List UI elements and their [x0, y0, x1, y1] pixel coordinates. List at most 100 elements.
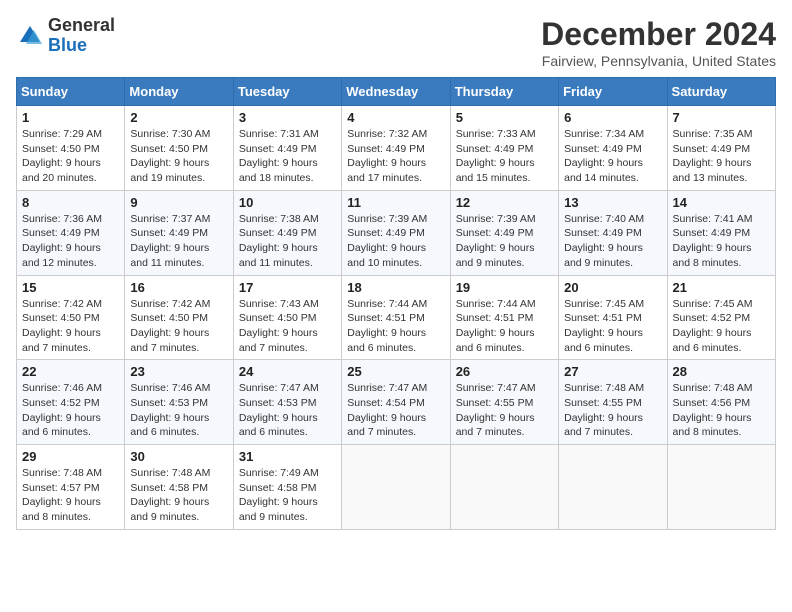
- calendar-cell: 26Sunrise: 7:47 AM Sunset: 4:55 PM Dayli…: [450, 360, 558, 445]
- day-info: Sunrise: 7:36 AM Sunset: 4:49 PM Dayligh…: [22, 212, 119, 271]
- day-number: 6: [564, 110, 661, 125]
- calendar-week-row: 8 Sunrise: 7:36 AM Sunset: 4:49 PM Daylig…: [17, 190, 776, 275]
- calendar-cell: 6 Sunrise: 7:34 AM Sunset: 4:49 PM Daylig…: [559, 106, 667, 191]
- calendar-cell: 29 Sunrise: 7:48 AM Sunset: 4:57 PM Dayli…: [17, 445, 125, 530]
- day-number: 2: [130, 110, 227, 125]
- day-info: Sunrise: 7:48 AM Sunset: 4:55 PM Dayligh…: [564, 381, 661, 440]
- calendar-cell: [559, 445, 667, 530]
- calendar-week-row: 29 Sunrise: 7:48 AM Sunset: 4:57 PM Dayli…: [17, 445, 776, 530]
- calendar-cell: 9 Sunrise: 7:37 AM Sunset: 4:49 PM Daylig…: [125, 190, 233, 275]
- calendar-cell: 4Sunrise: 7:32 AM Sunset: 4:49 PM Daylig…: [342, 106, 450, 191]
- day-info: Sunrise: 7:34 AM Sunset: 4:49 PM Dayligh…: [564, 127, 661, 186]
- calendar-cell: 28 Sunrise: 7:48 AM Sunset: 4:56 PM Dayli…: [667, 360, 775, 445]
- calendar-cell: 27Sunrise: 7:48 AM Sunset: 4:55 PM Dayli…: [559, 360, 667, 445]
- title-block: December 2024 Fairview, Pennsylvania, Un…: [541, 16, 776, 69]
- calendar-cell: 5 Sunrise: 7:33 AM Sunset: 4:49 PM Daylig…: [450, 106, 558, 191]
- day-number: 29: [22, 449, 119, 464]
- day-number: 15: [22, 280, 119, 295]
- calendar-cell: 20 Sunrise: 7:45 AM Sunset: 4:51 PM Dayli…: [559, 275, 667, 360]
- day-number: 31: [239, 449, 336, 464]
- day-number: 13: [564, 195, 661, 210]
- day-number: 21: [673, 280, 770, 295]
- day-info: Sunrise: 7:40 AM Sunset: 4:49 PM Dayligh…: [564, 212, 661, 271]
- location-text: Fairview, Pennsylvania, United States: [541, 53, 776, 69]
- calendar-week-row: 22Sunrise: 7:46 AM Sunset: 4:52 PM Dayli…: [17, 360, 776, 445]
- calendar-cell: [342, 445, 450, 530]
- day-number: 3: [239, 110, 336, 125]
- calendar-cell: 10 Sunrise: 7:38 AM Sunset: 4:49 PM Dayli…: [233, 190, 341, 275]
- day-info: Sunrise: 7:47 AM Sunset: 4:55 PM Dayligh…: [456, 381, 553, 440]
- calendar-header-row: SundayMondayTuesdayWednesdayThursdayFrid…: [17, 78, 776, 106]
- month-title: December 2024: [541, 16, 776, 53]
- day-info: Sunrise: 7:46 AM Sunset: 4:53 PM Dayligh…: [130, 381, 227, 440]
- calendar-cell: 22Sunrise: 7:46 AM Sunset: 4:52 PM Dayli…: [17, 360, 125, 445]
- day-number: 17: [239, 280, 336, 295]
- day-info: Sunrise: 7:37 AM Sunset: 4:49 PM Dayligh…: [130, 212, 227, 271]
- day-number: 22: [22, 364, 119, 379]
- day-number: 1: [22, 110, 119, 125]
- day-info: Sunrise: 7:49 AM Sunset: 4:58 PM Dayligh…: [239, 466, 336, 525]
- calendar-cell: 13 Sunrise: 7:40 AM Sunset: 4:49 PM Dayli…: [559, 190, 667, 275]
- day-info: Sunrise: 7:38 AM Sunset: 4:49 PM Dayligh…: [239, 212, 336, 271]
- logo-blue-text: Blue: [48, 35, 87, 55]
- calendar-cell: 15 Sunrise: 7:42 AM Sunset: 4:50 PM Dayli…: [17, 275, 125, 360]
- calendar-cell: 12Sunrise: 7:39 AM Sunset: 4:49 PM Dayli…: [450, 190, 558, 275]
- day-number: 19: [456, 280, 553, 295]
- calendar-cell: [667, 445, 775, 530]
- day-number: 9: [130, 195, 227, 210]
- page-header: General Blue December 2024 Fairview, Pen…: [16, 16, 776, 69]
- day-number: 20: [564, 280, 661, 295]
- day-info: Sunrise: 7:43 AM Sunset: 4:50 PM Dayligh…: [239, 297, 336, 356]
- day-number: 14: [673, 195, 770, 210]
- day-info: Sunrise: 7:47 AM Sunset: 4:54 PM Dayligh…: [347, 381, 444, 440]
- calendar-cell: 21Sunrise: 7:45 AM Sunset: 4:52 PM Dayli…: [667, 275, 775, 360]
- calendar-cell: 19 Sunrise: 7:44 AM Sunset: 4:51 PM Dayli…: [450, 275, 558, 360]
- day-info: Sunrise: 7:33 AM Sunset: 4:49 PM Dayligh…: [456, 127, 553, 186]
- day-number: 18: [347, 280, 444, 295]
- calendar-cell: 1 Sunrise: 7:29 AM Sunset: 4:50 PM Daylig…: [17, 106, 125, 191]
- day-number: 4: [347, 110, 444, 125]
- calendar-cell: 3 Sunrise: 7:31 AM Sunset: 4:49 PM Daylig…: [233, 106, 341, 191]
- day-info: Sunrise: 7:29 AM Sunset: 4:50 PM Dayligh…: [22, 127, 119, 186]
- day-info: Sunrise: 7:42 AM Sunset: 4:50 PM Dayligh…: [130, 297, 227, 356]
- calendar-cell: 30 Sunrise: 7:48 AM Sunset: 4:58 PM Dayli…: [125, 445, 233, 530]
- calendar-cell: 11 Sunrise: 7:39 AM Sunset: 4:49 PM Dayli…: [342, 190, 450, 275]
- day-info: Sunrise: 7:47 AM Sunset: 4:53 PM Dayligh…: [239, 381, 336, 440]
- day-info: Sunrise: 7:44 AM Sunset: 4:51 PM Dayligh…: [347, 297, 444, 356]
- day-info: Sunrise: 7:30 AM Sunset: 4:50 PM Dayligh…: [130, 127, 227, 186]
- day-header-friday: Friday: [559, 78, 667, 106]
- day-header-monday: Monday: [125, 78, 233, 106]
- day-number: 25: [347, 364, 444, 379]
- calendar-cell: 25 Sunrise: 7:47 AM Sunset: 4:54 PM Dayli…: [342, 360, 450, 445]
- day-number: 5: [456, 110, 553, 125]
- day-info: Sunrise: 7:45 AM Sunset: 4:51 PM Dayligh…: [564, 297, 661, 356]
- day-info: Sunrise: 7:31 AM Sunset: 4:49 PM Dayligh…: [239, 127, 336, 186]
- calendar-cell: 18 Sunrise: 7:44 AM Sunset: 4:51 PM Dayli…: [342, 275, 450, 360]
- calendar-week-row: 15 Sunrise: 7:42 AM Sunset: 4:50 PM Dayli…: [17, 275, 776, 360]
- calendar-cell: 31 Sunrise: 7:49 AM Sunset: 4:58 PM Dayli…: [233, 445, 341, 530]
- day-number: 11: [347, 195, 444, 210]
- day-header-sunday: Sunday: [17, 78, 125, 106]
- calendar-cell: [450, 445, 558, 530]
- day-number: 30: [130, 449, 227, 464]
- day-info: Sunrise: 7:42 AM Sunset: 4:50 PM Dayligh…: [22, 297, 119, 356]
- logo-icon: [16, 22, 44, 50]
- day-info: Sunrise: 7:48 AM Sunset: 4:57 PM Dayligh…: [22, 466, 119, 525]
- day-number: 16: [130, 280, 227, 295]
- day-number: 24: [239, 364, 336, 379]
- day-number: 8: [22, 195, 119, 210]
- logo: General Blue: [16, 16, 115, 56]
- day-info: Sunrise: 7:48 AM Sunset: 4:56 PM Dayligh…: [673, 381, 770, 440]
- calendar-cell: 7Sunrise: 7:35 AM Sunset: 4:49 PM Daylig…: [667, 106, 775, 191]
- calendar-cell: 24 Sunrise: 7:47 AM Sunset: 4:53 PM Dayli…: [233, 360, 341, 445]
- calendar-cell: 14 Sunrise: 7:41 AM Sunset: 4:49 PM Dayli…: [667, 190, 775, 275]
- day-info: Sunrise: 7:39 AM Sunset: 4:49 PM Dayligh…: [347, 212, 444, 271]
- day-info: Sunrise: 7:44 AM Sunset: 4:51 PM Dayligh…: [456, 297, 553, 356]
- day-number: 28: [673, 364, 770, 379]
- day-info: Sunrise: 7:48 AM Sunset: 4:58 PM Dayligh…: [130, 466, 227, 525]
- day-info: Sunrise: 7:41 AM Sunset: 4:49 PM Dayligh…: [673, 212, 770, 271]
- logo-general-text: General: [48, 15, 115, 35]
- day-number: 10: [239, 195, 336, 210]
- day-header-thursday: Thursday: [450, 78, 558, 106]
- calendar-cell: 2 Sunrise: 7:30 AM Sunset: 4:50 PM Daylig…: [125, 106, 233, 191]
